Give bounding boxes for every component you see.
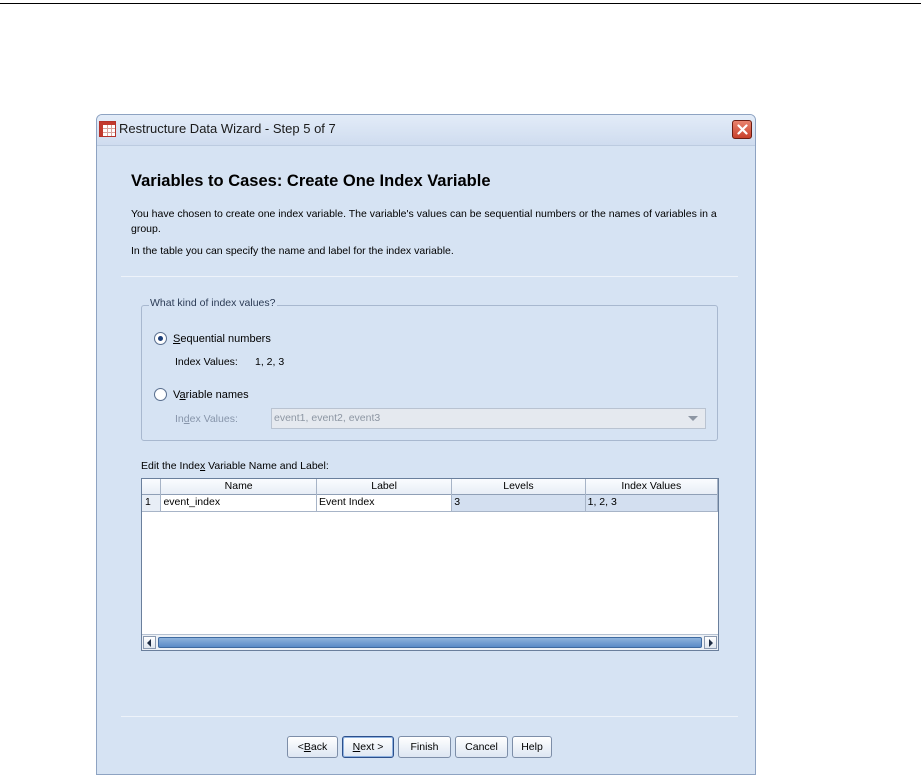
column-header-index-values[interactable]: Index Values [586, 479, 718, 495]
dropdown-value: event1, event2, event3 [274, 412, 381, 424]
names-index-label: Index Values: [175, 413, 238, 425]
page-description: You have chosen to create one index vari… [131, 208, 717, 235]
page-instruction: In the table you can specify the name an… [131, 245, 454, 257]
horizontal-scrollbar[interactable] [142, 634, 718, 650]
cell-label[interactable]: Event Index [317, 495, 453, 511]
column-header-name[interactable]: Name [161, 479, 317, 495]
chevron-down-icon [688, 416, 698, 421]
radio-button-checked[interactable] [154, 332, 167, 345]
cell-levels: 3 [452, 495, 586, 511]
close-button[interactable] [732, 120, 752, 139]
column-header-rownum [142, 479, 162, 495]
radio-button-unchecked[interactable] [154, 388, 167, 401]
cell-name[interactable]: event_index [161, 495, 317, 511]
window-title: Restructure Data Wizard - Step 5 of 7 [119, 121, 336, 136]
sequential-index-label: Index Values: [175, 356, 238, 368]
wizard-dialog: Restructure Data Wizard - Step 5 of 7 Va… [96, 114, 756, 775]
grid-header: Name Label Levels Index Values [142, 479, 718, 495]
wizard-buttons: < Back Next > Finish Cancel Help [287, 736, 552, 758]
radio-variable-names[interactable]: Variable names [154, 388, 249, 401]
separator-bottom [121, 716, 738, 717]
cell-index-values: 1, 2, 3 [585, 495, 718, 511]
scrollbar-thumb[interactable] [158, 637, 702, 648]
top-rule [0, 3, 921, 4]
page-heading: Variables to Cases: Create One Index Var… [131, 172, 491, 190]
index-values-dropdown[interactable]: event1, event2, event3 [271, 408, 706, 429]
separator-top [121, 276, 738, 277]
title-bar: Restructure Data Wizard - Step 5 of 7 [97, 115, 755, 146]
scroll-left-icon[interactable] [143, 636, 156, 649]
cancel-button[interactable]: Cancel [455, 736, 508, 758]
row-number: 1 [142, 495, 162, 511]
close-icon [736, 124, 748, 135]
back-button[interactable]: < Back [287, 736, 338, 758]
help-button[interactable]: Help [512, 736, 552, 758]
group-legend: What kind of index values? [149, 297, 277, 309]
scroll-right-icon[interactable] [704, 636, 717, 649]
sequential-index-value: 1, 2, 3 [255, 356, 285, 368]
finish-button[interactable]: Finish [398, 736, 451, 758]
radio-label-variable-names: Variable names [173, 388, 249, 401]
radio-label-sequential: Sequential numbers [173, 332, 271, 345]
grid-caption: Edit the Index Variable Name and Label: [141, 460, 329, 472]
column-header-levels[interactable]: Levels [452, 479, 586, 495]
next-button[interactable]: Next > [342, 736, 394, 758]
radio-sequential-numbers[interactable]: Sequential numbers [154, 332, 271, 345]
column-header-label[interactable]: Label [317, 479, 453, 495]
table-row: 1 event_index Event Index 3 1, 2, 3 [142, 495, 718, 512]
index-variable-grid[interactable]: Name Label Levels Index Values 1 event_i… [141, 478, 719, 651]
spreadsheet-icon [99, 121, 116, 137]
